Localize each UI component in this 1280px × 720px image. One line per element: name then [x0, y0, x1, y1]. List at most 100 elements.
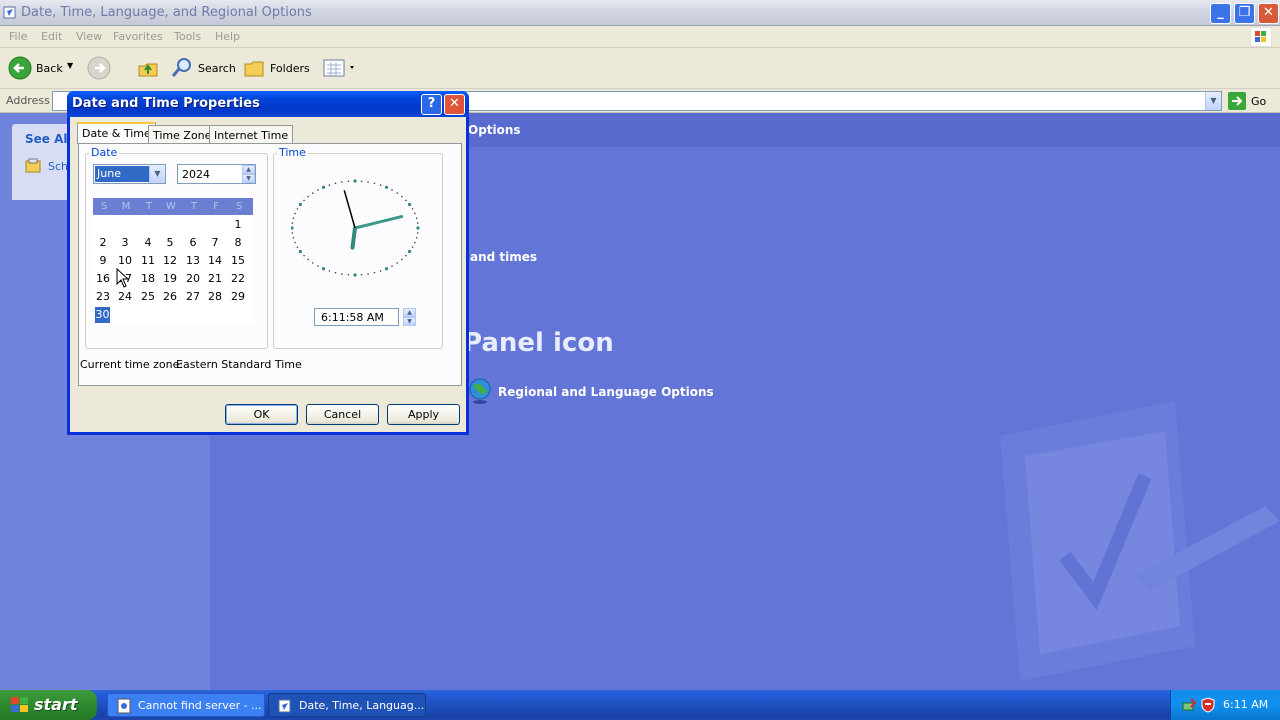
- menu-favorites[interactable]: Favorites: [113, 30, 163, 43]
- back-dropdown-icon[interactable]: ▼: [67, 61, 73, 70]
- control-panel-watermark-icon: [1000, 401, 1280, 681]
- calendar-day[interactable]: 25: [137, 289, 159, 305]
- calendar-weekday: W: [166, 201, 176, 212]
- clock-tick: [411, 208, 414, 210]
- calendar-day[interactable]: 12: [159, 253, 181, 269]
- restore-button[interactable]: ❐: [1234, 3, 1255, 24]
- calendar-day[interactable]: 8: [227, 235, 249, 251]
- calendar-day[interactable]: 13: [182, 253, 204, 269]
- calendar-day[interactable]: 21: [204, 271, 226, 287]
- time-up-icon[interactable]: ▲: [403, 308, 416, 317]
- clock-tick: [328, 184, 331, 186]
- calendar-day[interactable]: 18: [137, 271, 159, 287]
- back-arrow-icon: [8, 56, 32, 80]
- clock-second-hand: [343, 190, 356, 229]
- up-folder-icon[interactable]: [136, 56, 160, 80]
- calendar-day[interactable]: 10: [114, 253, 136, 269]
- clock-tick: [379, 270, 382, 272]
- clock-tick: [407, 202, 412, 207]
- clock-tick: [291, 226, 294, 230]
- help-button[interactable]: ?: [421, 94, 442, 115]
- year-down-icon[interactable]: ▼: [242, 174, 255, 183]
- calendar-header: SMTWTFS: [93, 198, 253, 215]
- go-label: Go: [1251, 95, 1267, 108]
- clock-tick: [360, 273, 363, 276]
- calendar-day[interactable]: 5: [159, 235, 181, 251]
- control-panel-icon: [278, 699, 291, 713]
- calendar-day[interactable]: 7: [204, 235, 226, 251]
- close-button[interactable]: ✕: [1258, 3, 1279, 24]
- month-value: June: [95, 166, 150, 182]
- month-dropdown-icon[interactable]: ▼: [149, 165, 165, 183]
- calendar-day[interactable]: 27: [182, 289, 204, 305]
- forward-arrow-icon[interactable]: [87, 56, 111, 80]
- tab-internet-time[interactable]: Internet Time: [209, 125, 294, 145]
- calendar-day[interactable]: 2: [92, 235, 114, 251]
- address-dropdown-icon[interactable]: ▼: [1205, 92, 1221, 110]
- menu-edit[interactable]: Edit: [41, 30, 62, 43]
- calendar-day[interactable]: 11: [137, 253, 159, 269]
- calendar-day[interactable]: 1: [227, 217, 249, 233]
- taskbar-item-date-time[interactable]: Date, Time, Languag...: [268, 693, 426, 717]
- back-button[interactable]: Back ▼: [8, 56, 78, 80]
- calendar-day[interactable]: 14: [204, 253, 226, 269]
- minimize-button[interactable]: _: [1210, 3, 1231, 24]
- clock-tick: [298, 202, 303, 207]
- taskbar-item-browser[interactable]: Cannot find server - ...: [107, 693, 265, 717]
- regional-options-link[interactable]: Regional and Language Options: [498, 385, 714, 399]
- calendar-day[interactable]: 3: [114, 235, 136, 251]
- time-spinner[interactable]: 6:11:58 AM: [314, 308, 399, 326]
- calendar-day[interactable]: 22: [227, 271, 249, 287]
- calendar-day[interactable]: 15: [227, 253, 249, 269]
- dialog-close-button[interactable]: ✕: [444, 94, 465, 115]
- views-button[interactable]: [323, 56, 359, 80]
- calendar-day[interactable]: 30: [95, 307, 110, 323]
- calendar-grid[interactable]: SMTWTFS 12345678910111213141516171819202…: [93, 198, 253, 324]
- go-button[interactable]: Go: [1228, 92, 1276, 110]
- search-button[interactable]: Search: [170, 56, 236, 80]
- security-shield-icon[interactable]: [1200, 697, 1216, 713]
- folders-button[interactable]: Folders: [243, 56, 310, 80]
- calendar-day[interactable]: 26: [159, 289, 181, 305]
- cancel-button[interactable]: Cancel: [306, 404, 379, 425]
- clock-tick: [384, 267, 389, 271]
- month-dropdown[interactable]: June ▼: [93, 164, 166, 184]
- clock-tick: [312, 262, 314, 264]
- calendar-day[interactable]: 16: [92, 271, 114, 287]
- calendar-weekday: T: [145, 201, 153, 212]
- apply-button[interactable]: Apply: [387, 404, 460, 425]
- window-titlebar[interactable]: Date, Time, Language, and Regional Optio…: [0, 0, 1280, 26]
- dialog-titlebar[interactable]: Date and Time Properties ? ✕: [67, 91, 469, 117]
- calendar-day[interactable]: 29: [227, 289, 249, 305]
- menu-view[interactable]: View: [76, 30, 102, 43]
- clock-tick: [360, 180, 363, 183]
- calendar-day[interactable]: 20: [182, 271, 204, 287]
- clock-tick: [341, 181, 343, 183]
- time-down-icon[interactable]: ▼: [403, 317, 416, 326]
- calendar-day[interactable]: 24: [114, 289, 136, 305]
- task-link[interactable]: and times: [470, 250, 537, 264]
- clock-tick: [307, 195, 309, 198]
- clock-tick: [341, 273, 343, 275]
- start-button[interactable]: start: [0, 690, 97, 720]
- clock-tick: [411, 246, 414, 248]
- menu-help[interactable]: Help: [215, 30, 240, 43]
- calendar-day[interactable]: 6: [182, 235, 204, 251]
- calendar-day[interactable]: 19: [159, 271, 181, 287]
- clock-tick: [391, 265, 393, 267]
- year-spinner[interactable]: 2024 ▲ ▼: [177, 164, 256, 184]
- calendar-day[interactable]: 4: [137, 235, 159, 251]
- calendar-day[interactable]: 23: [92, 289, 114, 305]
- network-icon[interactable]: [1181, 697, 1197, 713]
- tab-panel: Date June ▼ 2024 ▲ ▼ SMTWTFS 1 2 3 4 5 6 7 8 9 10…: [78, 143, 462, 386]
- menu-tools[interactable]: Tools: [174, 30, 201, 43]
- year-up-icon[interactable]: ▲: [242, 165, 255, 174]
- tray-clock[interactable]: 6:11 AM: [1223, 698, 1268, 711]
- ok-button[interactable]: OK: [225, 404, 298, 425]
- calendar-day[interactable]: 9: [92, 253, 114, 269]
- tab-time-zone[interactable]: Time Zone: [148, 125, 217, 145]
- see-also-item[interactable]: Sch: [48, 160, 68, 173]
- calendar-day[interactable]: 28: [204, 289, 226, 305]
- menu-file[interactable]: File: [9, 30, 27, 43]
- tab-date-time[interactable]: Date & Time: [77, 122, 156, 144]
